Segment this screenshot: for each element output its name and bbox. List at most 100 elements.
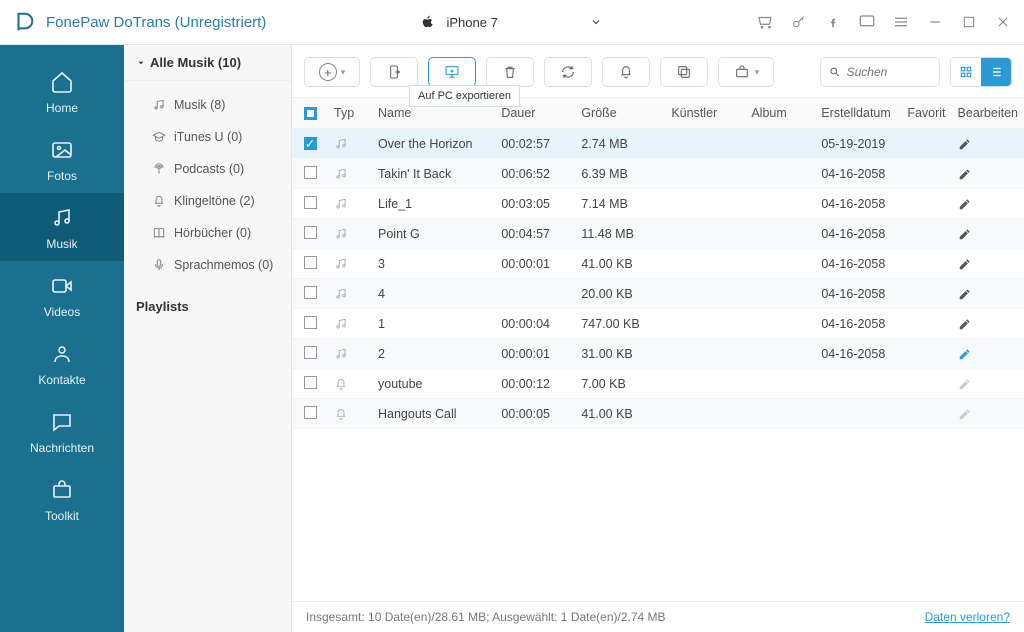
- copy-icon: [676, 64, 692, 80]
- edit-button[interactable]: [952, 219, 1024, 249]
- cat-label: Klingeltöne (2): [174, 194, 255, 208]
- cell-name: Life_1: [372, 189, 495, 219]
- cat-label: Sprachmemos (0): [174, 258, 273, 272]
- row-checkbox[interactable]: [304, 226, 317, 239]
- cat-hoerbuecher[interactable]: Hörbücher (0): [124, 217, 291, 249]
- edit-button[interactable]: [952, 159, 1024, 189]
- table-row[interactable]: ✓Over the Horizon00:02:572.74 MB05-19-20…: [292, 129, 1024, 159]
- sidebar-item-home[interactable]: Home: [0, 57, 124, 125]
- key-icon[interactable]: [790, 13, 808, 31]
- col-bearbeiten[interactable]: Bearbeiten: [952, 98, 1024, 129]
- cell-dur: 00:02:57: [495, 129, 575, 159]
- sidebar-item-kontakte[interactable]: Kontakte: [0, 329, 124, 397]
- cell-name: 3: [372, 249, 495, 279]
- menu-icon[interactable]: [892, 13, 910, 31]
- sidebar-item-toolkit[interactable]: Toolkit: [0, 465, 124, 533]
- table-row[interactable]: Hangouts Call00:00:0541.00 KB: [292, 399, 1024, 429]
- cat-musik[interactable]: Musik (8): [124, 89, 291, 121]
- feedback-icon[interactable]: [858, 13, 876, 31]
- close-icon[interactable]: [994, 13, 1012, 31]
- col-favorit[interactable]: Favorit: [901, 98, 951, 129]
- toolbox-button[interactable]: ▾: [718, 57, 774, 87]
- col-groesse[interactable]: Größe: [575, 98, 665, 129]
- plus-icon: +: [319, 63, 337, 81]
- export-to-pc-button[interactable]: Auf PC exportieren: [428, 57, 476, 87]
- chevron-down-icon: ▾: [341, 67, 346, 78]
- view-toggle: [950, 57, 1012, 87]
- edit-button[interactable]: [952, 249, 1024, 279]
- add-button[interactable]: +▾: [304, 57, 360, 87]
- cart-icon[interactable]: [756, 13, 774, 31]
- cell-fav: [901, 129, 951, 159]
- edit-button[interactable]: [952, 399, 1024, 429]
- music-table: Typ Name Dauer Größe Künstler Album Erst…: [292, 97, 1024, 429]
- app-logo-icon: [12, 10, 36, 34]
- sidebar-item-nachrichten[interactable]: Nachrichten: [0, 397, 124, 465]
- row-checkbox[interactable]: [304, 166, 317, 179]
- table-row[interactable]: 100:00:04747.00 KB04-16-2058: [292, 309, 1024, 339]
- row-checkbox[interactable]: [304, 196, 317, 209]
- table-row[interactable]: 300:00:0141.00 KB04-16-2058: [292, 249, 1024, 279]
- dedupe-button[interactable]: [660, 57, 708, 87]
- sidebar-item-fotos[interactable]: Fotos: [0, 125, 124, 193]
- row-checkbox[interactable]: [304, 286, 317, 299]
- photos-icon: [49, 137, 75, 163]
- cat-podcasts[interactable]: Podcasts (0): [124, 153, 291, 185]
- col-typ[interactable]: Typ: [328, 98, 372, 129]
- ringtone-button[interactable]: [602, 57, 650, 87]
- table-row[interactable]: Life_100:03:057.14 MB04-16-2058: [292, 189, 1024, 219]
- cell-date: 04-16-2058: [815, 219, 901, 249]
- col-erstell[interactable]: Erstelldatum: [815, 98, 901, 129]
- trash-icon: [502, 64, 518, 80]
- search-input[interactable]: [847, 65, 931, 79]
- data-lost-link[interactable]: Daten verloren?: [925, 610, 1010, 624]
- row-checkbox[interactable]: [304, 376, 317, 389]
- row-checkbox[interactable]: [304, 256, 317, 269]
- mic-icon: [152, 258, 166, 272]
- sidebar-item-musik[interactable]: Musik: [0, 193, 124, 261]
- facebook-icon[interactable]: [824, 13, 842, 31]
- list-view-button[interactable]: [981, 58, 1011, 86]
- refresh-button[interactable]: [544, 57, 592, 87]
- playlists-header[interactable]: Playlists: [124, 289, 291, 324]
- col-album[interactable]: Album: [745, 98, 815, 129]
- table-row[interactable]: Point G00:04:5711.48 MB04-16-2058: [292, 219, 1024, 249]
- cat-label: Musik (8): [174, 98, 225, 112]
- apple-icon: [421, 14, 435, 30]
- table-row[interactable]: youtube00:00:127.00 KB: [292, 369, 1024, 399]
- cell-album: [745, 189, 815, 219]
- col-kuenstler[interactable]: Künstler: [665, 98, 745, 129]
- cell-dur: 00:00:05: [495, 399, 575, 429]
- cat-sprachmemos[interactable]: Sprachmemos (0): [124, 249, 291, 281]
- edit-button[interactable]: [952, 129, 1024, 159]
- bell-icon: [618, 64, 634, 80]
- category-header[interactable]: Alle Musik (10): [124, 45, 291, 81]
- grid-view-button[interactable]: [951, 58, 981, 86]
- cat-label: iTunes U (0): [174, 130, 242, 144]
- edit-button[interactable]: [952, 369, 1024, 399]
- delete-button[interactable]: [486, 57, 534, 87]
- table-row[interactable]: 200:00:0131.00 KB04-16-2058: [292, 339, 1024, 369]
- edit-button[interactable]: [952, 189, 1024, 219]
- edit-button[interactable]: [952, 339, 1024, 369]
- row-checkbox[interactable]: [304, 406, 317, 419]
- type-icon: [328, 189, 372, 219]
- cat-itunesu[interactable]: iTunes U (0): [124, 121, 291, 153]
- cat-klingeltoene[interactable]: Klingeltöne (2): [124, 185, 291, 217]
- cell-album: [745, 399, 815, 429]
- sidebar-item-videos[interactable]: Videos: [0, 261, 124, 329]
- minimize-icon[interactable]: [926, 13, 944, 31]
- maximize-icon[interactable]: [960, 13, 978, 31]
- edit-button[interactable]: [952, 279, 1024, 309]
- edit-button[interactable]: [952, 309, 1024, 339]
- device-selector[interactable]: iPhone 7: [381, 10, 642, 34]
- table-row[interactable]: Takin' It Back00:06:526.39 MB04-16-2058: [292, 159, 1024, 189]
- row-checkbox[interactable]: ✓: [304, 137, 317, 150]
- export-to-phone-button[interactable]: [370, 57, 418, 87]
- select-all-checkbox[interactable]: [304, 107, 317, 120]
- row-checkbox[interactable]: [304, 346, 317, 359]
- table-row[interactable]: 420.00 KB04-16-2058: [292, 279, 1024, 309]
- search-box[interactable]: [820, 57, 940, 87]
- phone-export-icon: [385, 64, 403, 80]
- row-checkbox[interactable]: [304, 316, 317, 329]
